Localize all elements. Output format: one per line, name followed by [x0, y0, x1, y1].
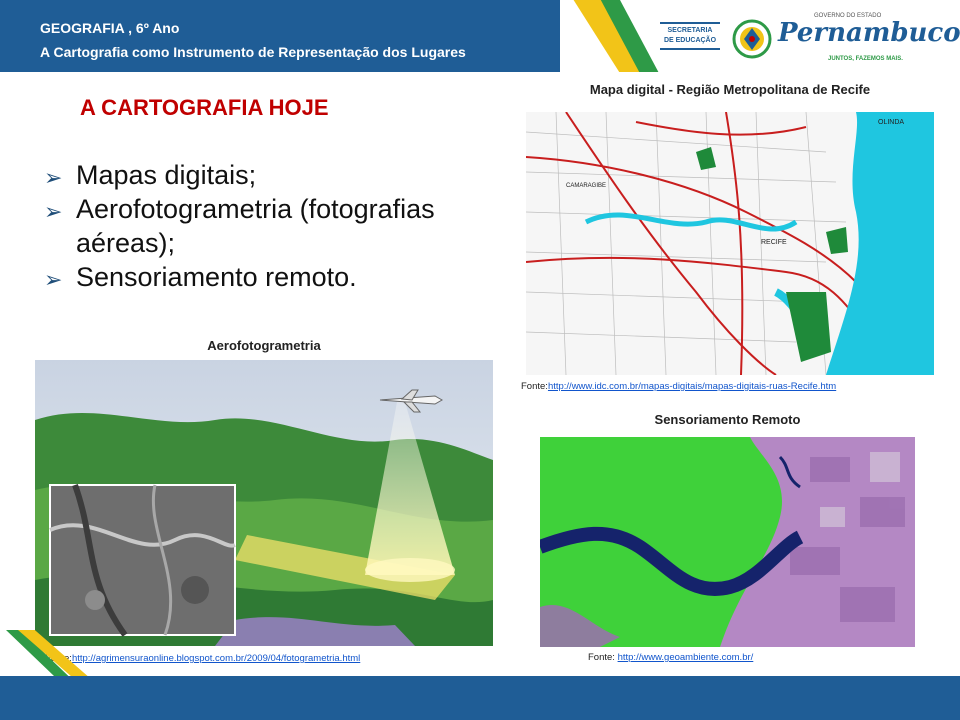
lesson-title: A Cartografia como Instrumento de Repres…: [40, 44, 466, 60]
list-item-text: Sensoriamento remoto.: [76, 262, 357, 292]
list-item-text: Aerofotogrametria (fotografias aéreas);: [76, 194, 435, 258]
course-label: GEOGRAFIA , 6º Ano: [40, 20, 180, 36]
aerofotogrametria-source: Fonte:http://agrimensuraonline.blogspot.…: [45, 653, 360, 664]
source-link[interactable]: http://agrimensuraonline.blogspot.com.br…: [72, 653, 360, 664]
source-label: Fonte:: [521, 381, 548, 392]
map-label-olinda: OLINDA: [878, 119, 904, 126]
slogan: JUNTOS, FAZEMOS MAIS.: [828, 56, 903, 62]
map-label-camaragibe: CAMARAGIBE: [566, 183, 606, 189]
source-link[interactable]: http://www.geoambiente.com.br/: [618, 652, 754, 663]
arrow-bullet-icon: ➢: [44, 267, 63, 292]
aerial-photo-inset: [49, 483, 236, 637]
list-item: ➢ Sensoriamento remoto.: [40, 260, 490, 294]
sensoriamento-source: Fonte: http://www.geoambiente.com.br/: [588, 652, 753, 663]
state-wordmark: Pernambuco: [778, 18, 960, 48]
pernambuco-crest-icon: [732, 19, 772, 59]
list-item: ➢ Mapas digitais;: [40, 158, 490, 192]
mapa-digital-source: Fonte:http://www.idc.com.br/mapas-digita…: [521, 381, 836, 392]
source-link[interactable]: http://www.idc.com.br/mapas-digitais/map…: [548, 381, 836, 392]
secretaria-line1: SECRETARIA: [667, 27, 713, 34]
list-item: ➢ Aerofotogrametria (fotografias aéreas);: [40, 192, 490, 260]
recife-digital-map-image: OLINDA CAMARAGIBE RECIFE: [526, 112, 934, 375]
page-title: A CARTOGRAFIA HOJE: [80, 95, 329, 120]
aerofotogrametria-caption: Aerofotogrametria: [207, 338, 321, 353]
list-item-text: Mapas digitais;: [76, 160, 257, 190]
arrow-bullet-icon: ➢: [44, 165, 63, 190]
secretaria-line2: DE EDUCAÇÃO: [663, 37, 717, 44]
mapa-digital-caption: Mapa digital - Região Metropolitana de R…: [589, 82, 871, 97]
sensoriamento-caption: Sensoriamento Remoto: [654, 412, 801, 427]
arrow-bullet-icon: ➢: [44, 199, 63, 224]
topic-list: ➢ Mapas digitais; ➢ Aerofotogrametria (fot…: [40, 158, 490, 294]
footer-bar: [0, 676, 960, 720]
secretaria-logo: SECRETARIA DE EDUCAÇÃO: [660, 22, 720, 52]
source-label: Fonte:: [588, 652, 618, 663]
remote-sensing-image: [540, 437, 915, 647]
map-label-recife: RECIFE: [761, 239, 787, 246]
aerial-photography-image: [35, 360, 493, 646]
